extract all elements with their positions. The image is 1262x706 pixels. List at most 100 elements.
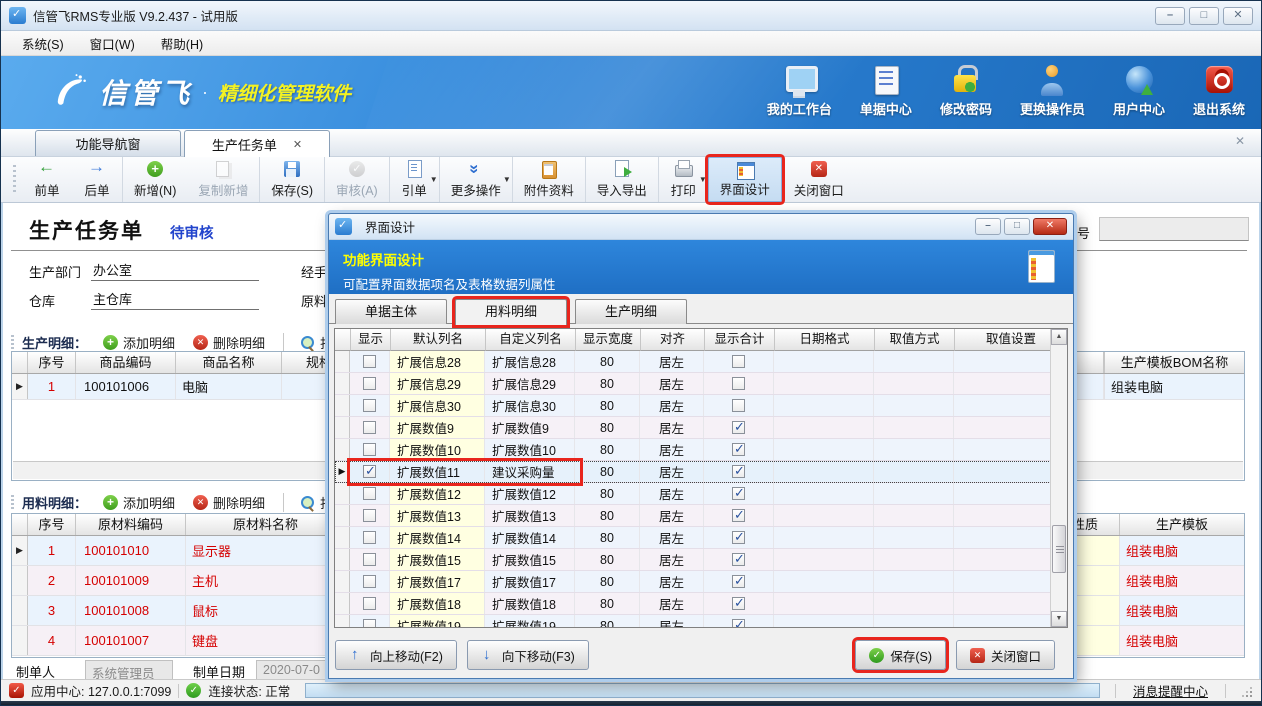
row-selector[interactable] [335,527,350,548]
custom-name-cell[interactable]: 扩展数值9 [485,417,575,438]
detail-action-link[interactable]: 删除明细 [193,493,265,512]
banner-action-button[interactable]: 单据中心 [860,65,912,118]
width-cell[interactable]: 80 [575,549,640,570]
align-cell[interactable]: 居左 [640,615,704,628]
date-format-cell[interactable] [774,593,874,614]
row-selector[interactable] [335,417,350,438]
vertical-scrollbar[interactable]: ▲ ▼ [1050,329,1067,627]
show-cell[interactable] [350,549,390,570]
sum-checkbox[interactable] [732,465,745,478]
value-method-cell[interactable] [874,615,954,628]
date-format-cell[interactable] [774,615,874,628]
sum-cell[interactable] [704,505,774,526]
toolbar-button[interactable]: 前单 ▼ [22,157,72,202]
show-cell[interactable] [350,417,390,438]
value-method-cell[interactable] [874,593,954,614]
width-cell[interactable]: 80 [575,505,640,526]
row-selector[interactable] [335,351,350,372]
sum-cell[interactable] [704,461,774,482]
dialog-tab[interactable]: 单据主体 [335,299,447,324]
maximize-button[interactable]: □ [1189,7,1219,25]
width-cell[interactable]: 80 [575,571,640,592]
row-selector[interactable] [335,549,350,570]
toolbar-button[interactable]: 复制新增 ▼ [187,157,259,202]
grid-column-header[interactable]: 取值方式 [875,329,955,351]
detail-action-link[interactable]: 添加明细 [103,333,175,352]
default-name-cell[interactable]: 扩展数值13 [390,505,485,526]
custom-name-cell[interactable]: 建议采购量 [485,461,575,482]
document-tab[interactable]: 生产任务单 ✕ [184,130,330,157]
tab-close-icon[interactable]: ✕ [293,138,302,151]
toolbar-button[interactable]: 附件资料 ▼ [512,157,585,202]
minimize-button[interactable]: – [1155,7,1185,25]
grid-row[interactable]: 扩展信息29 扩展信息29 80 居左 [335,373,1067,395]
row-selector[interactable] [12,596,28,625]
grid-row[interactable]: 扩展数值15 扩展数值15 80 居左 [335,549,1067,571]
sum-checkbox[interactable] [732,531,745,544]
align-cell[interactable]: 居左 [640,439,704,460]
banner-action-button[interactable]: 用户中心 [1113,65,1165,118]
show-checkbox[interactable] [363,355,376,368]
width-cell[interactable]: 80 [575,395,640,416]
sum-checkbox[interactable] [732,619,745,628]
sum-cell[interactable] [704,439,774,460]
value-method-cell[interactable] [874,395,954,416]
value-method-cell[interactable] [874,571,954,592]
value-method-cell[interactable] [874,373,954,394]
date-format-cell[interactable] [774,527,874,548]
show-cell[interactable] [350,461,390,482]
align-cell[interactable]: 居左 [640,395,704,416]
sum-cell[interactable] [704,571,774,592]
show-checkbox[interactable] [363,553,376,566]
row-selector[interactable] [335,593,350,614]
grid-row[interactable]: 扩展数值10 扩展数值10 80 居左 [335,439,1067,461]
sum-checkbox[interactable] [732,597,745,610]
sum-cell[interactable] [704,527,774,548]
department-field[interactable]: 办公室 [91,260,259,281]
close-button[interactable]: ✕ [1223,7,1253,25]
sum-cell[interactable] [704,373,774,394]
grid-column-header[interactable]: 显示宽度 [576,329,641,351]
banner-action-button[interactable]: 更换操作员 [1020,65,1085,118]
width-cell[interactable]: 80 [575,373,640,394]
value-method-cell[interactable] [874,351,954,372]
show-cell[interactable] [350,373,390,394]
default-name-cell[interactable]: 扩展数值14 [390,527,485,548]
sum-cell[interactable] [704,417,774,438]
toolbar-button[interactable]: 关闭窗口 ▼ [782,157,855,202]
row-selector[interactable] [335,571,350,592]
custom-name-cell[interactable]: 扩展信息28 [485,351,575,372]
sum-checkbox[interactable] [732,509,745,522]
menu-item[interactable]: 系统(S) [9,31,77,56]
dropdown-arrow-icon[interactable]: ▼ [699,175,707,184]
show-checkbox[interactable] [363,377,376,390]
scrollbar-thumb[interactable] [1052,525,1066,573]
show-checkbox[interactable] [363,465,376,478]
resize-grip[interactable] [1239,684,1253,698]
toolbar-button[interactable]: 引单 ▼ [389,157,439,202]
show-cell[interactable] [350,439,390,460]
sum-checkbox[interactable] [732,377,745,390]
default-name-cell[interactable]: 扩展数值11 [390,461,485,482]
warehouse-field[interactable]: 主仓库 [91,289,259,310]
custom-name-cell[interactable]: 扩展数值18 [485,593,575,614]
width-cell[interactable]: 80 [575,351,640,372]
save-button[interactable]: 保存(S) [855,640,946,670]
grid-column-header[interactable]: 对齐 [641,329,705,351]
grid-row[interactable]: 扩展数值17 扩展数值17 80 居左 [335,571,1067,593]
grid-row[interactable]: 扩展信息30 扩展信息30 80 居左 [335,395,1067,417]
banner-action-button[interactable]: 修改密码 [940,65,992,118]
toolbar-button[interactable]: 导入导出 ▼ [585,157,658,202]
width-cell[interactable]: 80 [575,593,640,614]
value-method-cell[interactable] [874,439,954,460]
grid-column-header[interactable]: 默认列名 [391,329,486,351]
default-name-cell[interactable]: 扩展信息29 [390,373,485,394]
dialog-minimize-button[interactable]: – [975,218,1001,235]
show-cell[interactable] [350,395,390,416]
show-cell[interactable] [350,351,390,372]
row-selector[interactable] [12,626,28,655]
sum-checkbox[interactable] [732,443,745,456]
toolbar-button[interactable]: 新增(N) ▼ [122,157,187,202]
grid-row[interactable]: 扩展数值19 扩展数值19 80 居左 [335,615,1067,628]
dialog-tab[interactable]: 生产明细 [575,299,687,324]
